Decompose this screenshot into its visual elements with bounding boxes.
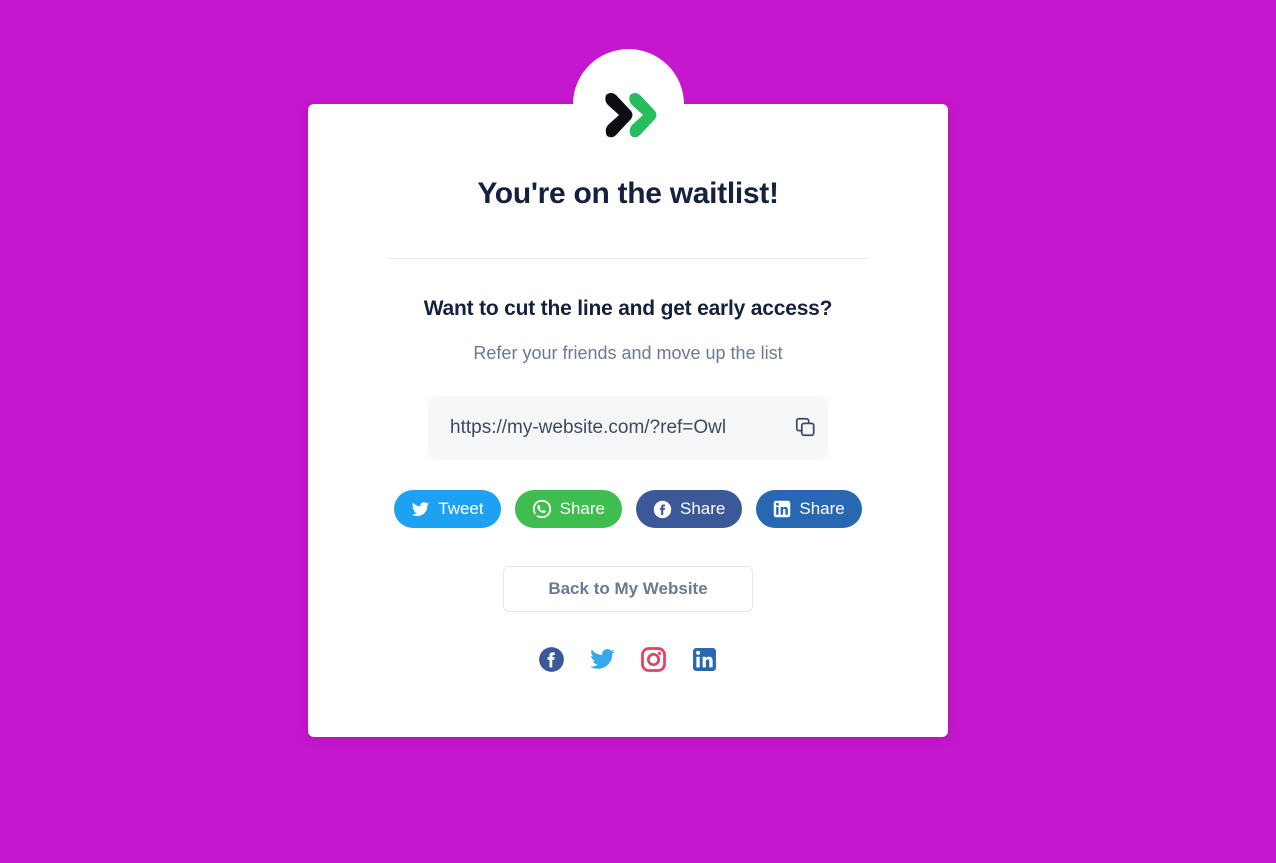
share-whatsapp-label: Share <box>559 499 605 518</box>
facebook-icon <box>538 646 565 678</box>
copy-icon <box>794 416 816 441</box>
waitlist-card: You're on the waitlist! Want to cut the … <box>308 104 948 737</box>
twitter-icon <box>411 500 430 519</box>
footer-twitter[interactable] <box>589 648 617 676</box>
page-root: You're on the waitlist! Want to cut the … <box>0 0 1276 863</box>
referral-link-text[interactable]: https://my-website.com/?ref=Owl <box>450 396 776 460</box>
referral-sub-text: Refer your friends and move up the list <box>473 343 783 363</box>
share-linkedin[interactable]: Share <box>756 490 862 528</box>
footer-instagram[interactable] <box>640 646 668 678</box>
back-button-wrap: Back to My Website <box>308 566 948 612</box>
divider <box>388 258 868 259</box>
footer-linkedin[interactable] <box>691 648 719 676</box>
copy-link-button[interactable] <box>782 396 828 460</box>
share-facebook-label: Share <box>679 499 726 518</box>
instagram-icon <box>640 646 667 678</box>
share-linkedin-label: Share <box>799 499 845 518</box>
linkedin-icon <box>692 647 717 677</box>
referral-link-box[interactable]: https://my-website.com/?ref=Owl <box>428 396 828 460</box>
footer-facebook[interactable] <box>538 646 566 678</box>
share-whatsapp[interactable]: Share <box>514 490 622 528</box>
twitter-icon <box>589 646 616 678</box>
referral-sub-heading: Want to cut the line and get early acces… <box>423 297 833 320</box>
facebook-icon <box>653 500 672 519</box>
page-title: You're on the waitlist! <box>477 177 779 210</box>
share-facebook[interactable]: Share <box>635 490 743 528</box>
footer-social-row <box>308 646 948 678</box>
share-twitter-label: Tweet <box>438 499 484 518</box>
logo-bubble <box>573 49 684 160</box>
whatsapp-icon <box>532 499 552 519</box>
share-twitter[interactable]: Tweet <box>394 490 501 528</box>
share-button-row: Tweet Share Share Share <box>308 490 948 528</box>
double-chevron-logo <box>601 91 657 146</box>
linkedin-icon <box>773 500 791 518</box>
back-to-website-button[interactable]: Back to My Website <box>503 566 753 612</box>
